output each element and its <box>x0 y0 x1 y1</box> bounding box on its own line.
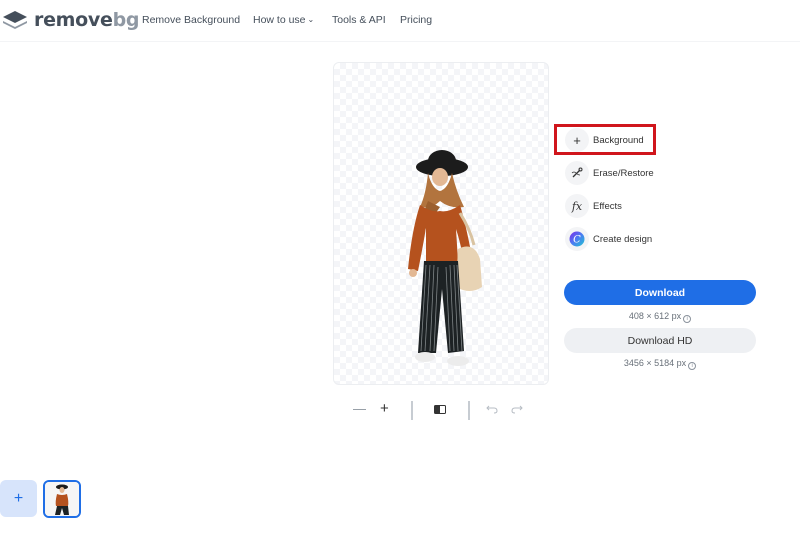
svg-text:C: C <box>573 235 581 246</box>
zoom-out-icon[interactable]: — <box>353 401 366 416</box>
canva-icon: C <box>565 227 589 251</box>
download-size-text: 408 × 612 px i <box>564 311 756 323</box>
toolbar-divider <box>411 401 413 420</box>
image-canvas[interactable] <box>333 62 549 385</box>
brush-icon <box>565 161 589 185</box>
download-size-value: 408 × 612 px <box>628 311 682 321</box>
nav-how-to-use-label: How to use <box>253 14 306 26</box>
fx-icon: fx <box>565 194 589 218</box>
tool-background-label: Background <box>593 134 644 146</box>
plus-icon: + <box>565 128 589 152</box>
tool-effects-label: Effects <box>593 200 622 212</box>
download-button[interactable]: Download <box>564 280 756 305</box>
nav-tools-api[interactable]: Tools & API <box>332 14 386 26</box>
plus-icon: + <box>13 489 24 507</box>
image-thumbnail[interactable] <box>43 480 81 518</box>
nav-remove-background[interactable]: Remove Background <box>142 14 240 26</box>
tool-background[interactable]: + Background <box>565 127 644 153</box>
info-icon[interactable]: i <box>688 362 697 370</box>
nav-how-to-use[interactable]: How to use ⌄ <box>253 14 314 26</box>
tool-erase-restore-label: Erase/Restore <box>593 167 654 179</box>
info-icon[interactable]: i <box>683 315 692 323</box>
brand-logo[interactable]: removebg <box>2 9 139 31</box>
download-hd-button[interactable]: Download HD <box>564 328 756 353</box>
nav-pricing[interactable]: Pricing <box>400 14 432 26</box>
add-image-button[interactable]: + <box>0 480 37 517</box>
cutout-person-image <box>408 150 482 366</box>
toolbar-divider <box>468 401 470 420</box>
zoom-in-icon[interactable]: + <box>380 400 389 417</box>
tool-create-design-label: Create design <box>593 233 653 245</box>
top-navigation-bar: removebg Remove Background How to use ⌄ T… <box>0 0 800 42</box>
tool-effects[interactable]: fx Effects <box>565 193 622 219</box>
brand-name: removebg <box>34 9 140 31</box>
undo-icon[interactable] <box>486 402 498 417</box>
redo-icon[interactable] <box>511 402 523 417</box>
chevron-down-icon: ⌄ <box>307 15 315 24</box>
thumbnail-person-image <box>45 482 79 516</box>
compare-icon[interactable] <box>434 403 446 418</box>
download-hd-size-value: 3456 × 5184 px <box>623 358 687 368</box>
tool-create-design[interactable]: C Create design <box>565 226 652 252</box>
download-hd-size-text: 3456 × 5184 px i <box>564 358 756 370</box>
layers-logo-icon <box>3 11 27 29</box>
tool-erase-restore[interactable]: Erase/Restore <box>565 160 654 186</box>
